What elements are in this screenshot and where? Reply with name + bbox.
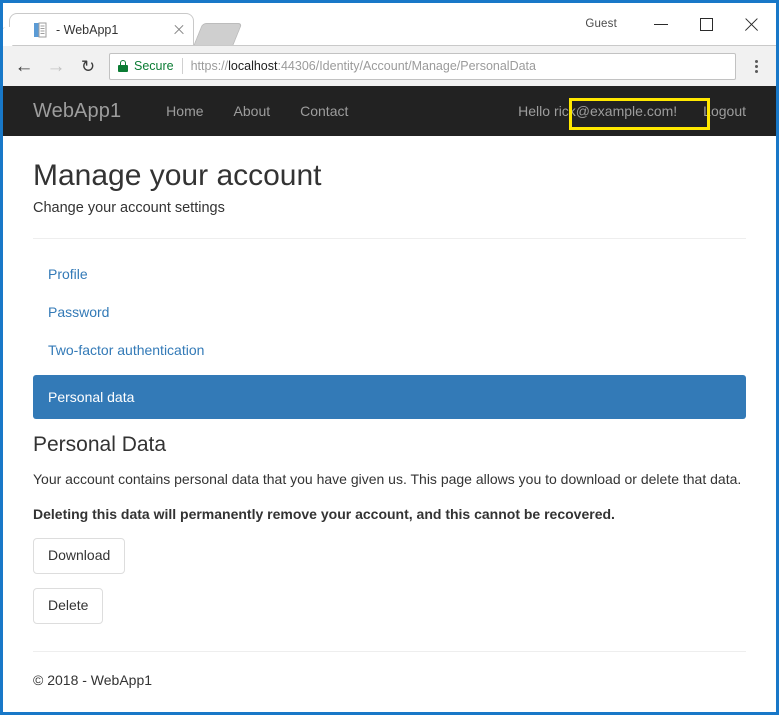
site-nav-user-area: Hello rick@example.com! Logout [518,103,776,119]
url-path: :44306/Identity/Account/Manage/PersonalD… [277,59,536,73]
reload-icon[interactable]: ↻ [73,51,103,81]
site-nav-links: Home About Contact [151,103,363,119]
close-icon[interactable] [171,22,187,38]
url-host: localhost [228,59,278,73]
section-warning: Deleting this data will permanently remo… [33,506,615,523]
site-navbar: WebApp1 Home About Contact Hello rick@ex… [3,86,776,136]
browser-titlebar: - WebApp1 Guest [3,3,776,45]
new-tab-icon[interactable] [193,23,243,45]
minimize-icon[interactable] [639,9,684,39]
page-title: Manage your account [33,159,322,192]
omnibox-divider [181,58,183,74]
nav-link-contact[interactable]: Contact [285,103,363,119]
tab-strip: - WebApp1 [3,3,585,45]
three-dots-menu-icon[interactable] [744,51,770,81]
maximize-icon[interactable] [684,9,729,39]
section-title: Personal Data [33,432,167,456]
browser-tab[interactable]: - WebApp1 [9,13,194,45]
tab-title: - WebApp1 [56,22,119,37]
account-nav-item-two-factor[interactable]: Two-factor authentication [33,331,746,369]
site-brand[interactable]: WebApp1 [33,100,121,123]
forward-arrow-icon: → [46,55,66,77]
browser-window: - WebApp1 Guest ← → ↻ Secure https://loc… [0,0,779,715]
account-nav: Profile Password Two-factor authenticati… [33,255,746,419]
page-subtitle: Change your account settings [33,200,225,216]
security-label: Secure [134,59,174,73]
nav-link-about[interactable]: About [219,103,286,119]
download-button-row: Download [33,524,746,575]
account-nav-item-personal-data[interactable]: Personal data [33,374,746,419]
url-text: https://localhost:44306/Identity/Account… [191,59,536,73]
back-arrow-icon[interactable]: ← [9,51,39,81]
lock-icon [118,60,128,72]
title-divider [33,238,746,239]
delete-button-row: Delete [33,574,746,625]
logout-link[interactable]: Logout [677,103,746,119]
page-container: Manage your account Change your account … [3,159,776,688]
window-controls: Guest [585,3,776,45]
address-bar[interactable]: Secure https://localhost:44306/Identity/… [109,52,736,80]
page-viewport: WebApp1 Home About Contact Hello rick@ex… [3,86,776,711]
user-email-link[interactable]: rick@example.com! [554,103,677,119]
guest-profile-label[interactable]: Guest [585,18,617,30]
account-nav-item-profile[interactable]: Profile [33,255,746,293]
footer-divider [33,651,746,653]
section-description: Your account contains personal data that… [33,470,742,487]
page-icon [32,22,48,38]
close-icon[interactable] [729,9,774,39]
hello-greeting: Hello [518,103,551,119]
delete-button[interactable]: Delete [33,588,104,625]
download-button[interactable]: Download [33,538,126,575]
account-nav-item-password[interactable]: Password [33,293,746,331]
url-scheme: https:// [190,59,229,73]
browser-toolbar: ← → ↻ Secure https://localhost:44306/Ide… [3,45,776,86]
nav-link-home[interactable]: Home [151,103,218,119]
footer-copyright: © 2018 - WebApp1 [33,672,153,689]
